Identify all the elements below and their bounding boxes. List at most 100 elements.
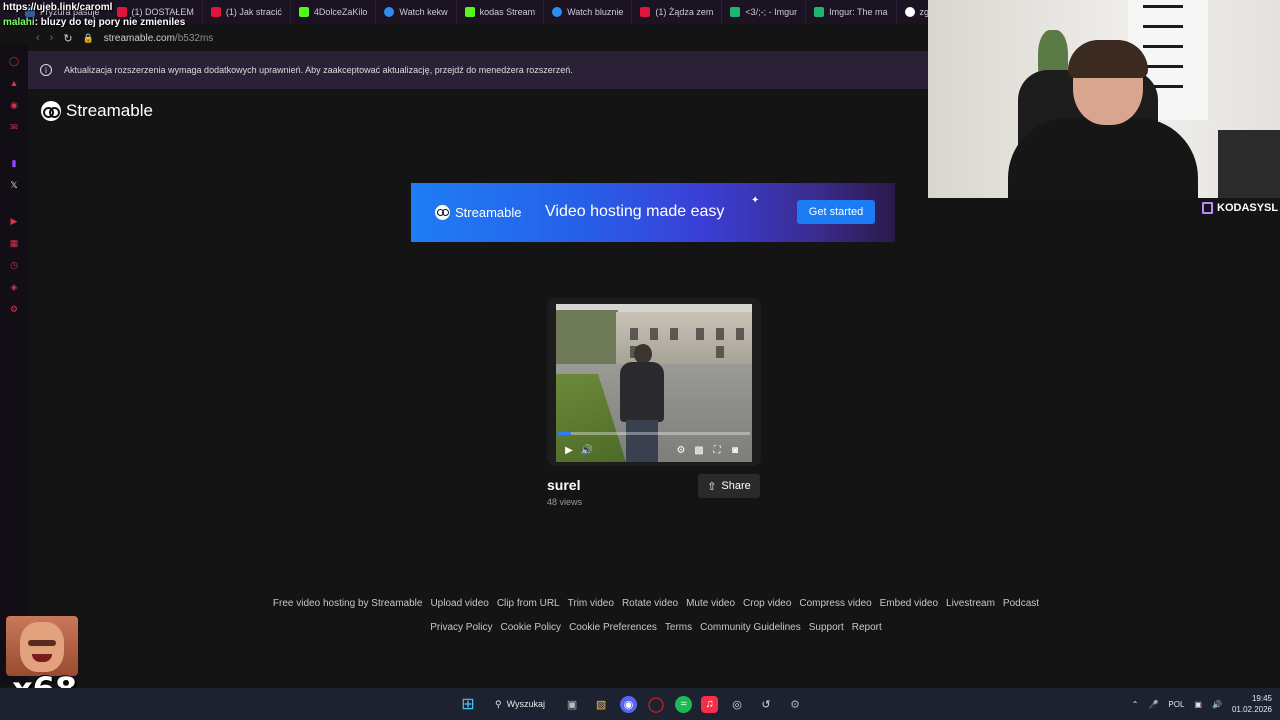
aria-icon[interactable]: ◯ <box>7 54 21 68</box>
search-icon: ⚲ <box>495 698 502 709</box>
url-domain: streamable.com <box>103 32 175 44</box>
tab[interactable]: kodas Stream <box>457 0 545 24</box>
play-icon[interactable]: ▶ <box>562 443 576 457</box>
get-started-button[interactable]: Get started <box>797 200 875 224</box>
video-progress-bar[interactable] <box>558 432 750 435</box>
banner-tagline: Video hosting made easy <box>545 203 725 220</box>
task-view-icon[interactable]: ▣ <box>562 694 582 714</box>
tab[interactable]: zgredek <box>897 0 928 24</box>
footer-link[interactable]: Terms <box>665 622 692 633</box>
streamable-icon <box>384 7 395 17</box>
imgur-icon <box>814 7 825 17</box>
tab[interactable]: 4DolceZaKilo <box>291 0 377 24</box>
reload-icon[interactable]: ↻ <box>63 32 72 45</box>
history-icon[interactable]: ◷ <box>7 258 21 272</box>
tab[interactable]: Imgur: The ma <box>806 0 897 24</box>
banner-logo: Streamable <box>435 205 521 220</box>
banner-brand: Streamable <box>455 205 522 220</box>
tab[interactable]: (1) Jak stracić <box>203 0 291 24</box>
footer-link[interactable]: Rotate video <box>622 598 678 609</box>
streamable-logo[interactable]: Streamable <box>41 101 153 121</box>
speaker-icon[interactable]: 🔊 <box>1212 700 1222 709</box>
footer-links: Free video hosting by Streamable Upload v… <box>192 598 1120 609</box>
tab[interactable]: (1) Żądza zem <box>632 0 723 24</box>
x-icon[interactable]: 𝕏 <box>7 178 21 192</box>
forward-icon[interactable]: › <box>50 32 54 44</box>
footer-link[interactable]: Report <box>852 622 882 633</box>
settings-icon[interactable]: ⚙ <box>674 443 688 457</box>
footer-link[interactable]: Livestream <box>946 598 995 609</box>
settings-icon[interactable]: ⚙ <box>7 302 21 316</box>
footer-link[interactable]: Cookie Policy <box>500 622 561 633</box>
pinboard-icon[interactable]: ▦ <box>7 236 21 250</box>
tab-label: (1) Żądza zem <box>655 7 714 17</box>
music-icon[interactable]: ♫ <box>701 695 719 713</box>
workspace-icon[interactable]: ▲ <box>7 76 21 90</box>
footer-link[interactable]: Community Guidelines <box>700 622 801 633</box>
spotify-icon[interactable]: ≈ <box>675 695 693 713</box>
extension-update-notice[interactable]: i Aktualizacja rozszerzenia wymaga dodat… <box>28 51 928 89</box>
obs-icon[interactable]: ◎ <box>727 694 747 714</box>
video-progress-fill <box>558 432 572 435</box>
footer-link[interactable]: Compress video <box>799 598 871 609</box>
tab-label: kodas Stream <box>479 7 536 17</box>
streamable-logo-icon[interactable]: ◙ <box>728 443 742 457</box>
footer-link[interactable]: Cookie Preferences <box>569 622 657 633</box>
footer-link[interactable]: Crop video <box>743 598 791 609</box>
footer-link[interactable]: Embed video <box>880 598 938 609</box>
youtube-icon <box>640 7 651 17</box>
tray-chevron-icon[interactable]: ⌃ <box>1132 700 1139 709</box>
screen: Fryzura pasuje (1) DOSTAŁEM (1) Jak stra… <box>0 0 1280 720</box>
taskbar-search[interactable]: ⚲ Wyszukaj <box>487 693 553 715</box>
kick-icon <box>298 7 309 17</box>
promo-banner[interactable]: Streamable Video hosting made easy ✦ Get… <box>411 183 895 242</box>
chat-username: malahi <box>3 17 35 28</box>
footer-link[interactable]: Free video hosting by Streamable <box>273 598 423 609</box>
streamable-logo-icon <box>41 101 61 121</box>
video-frame[interactable]: ▶ 🔊 ⚙ ▩ ⛶ ◙ <box>556 304 752 462</box>
fullscreen-icon[interactable]: ⛶ <box>710 443 724 457</box>
footer-link[interactable]: Upload video <box>430 598 488 609</box>
tab[interactable]: <3/;-; - Imgur <box>722 0 807 24</box>
twitch-icon[interactable]: ▮ <box>7 156 21 170</box>
streamable-icon <box>552 7 563 17</box>
search-label: Wyszukaj <box>506 699 546 709</box>
video-player[interactable]: ▶ 🔊 ⚙ ▩ ⛶ ◙ <box>547 298 761 466</box>
footer-link[interactable]: Clip from URL <box>497 598 560 609</box>
footer-link[interactable]: Privacy Policy <box>430 622 492 633</box>
tab-label: Watch bluznie <box>567 7 624 17</box>
tab[interactable]: Watch kekw <box>376 0 457 24</box>
footer-link[interactable]: Support <box>809 622 844 633</box>
mail-icon[interactable]: ✉ <box>7 120 21 134</box>
microphone-icon[interactable]: 🎤 <box>1148 700 1158 709</box>
youtube-icon <box>210 7 221 17</box>
app-icon[interactable]: ↺ <box>756 694 776 714</box>
channel-name: KODASYSL <box>1217 202 1279 214</box>
discord-icon[interactable]: ◉ <box>620 695 638 713</box>
network-icon[interactable]: ▣ <box>1194 700 1202 709</box>
windows-start-icon[interactable]: ⊞ <box>458 694 478 714</box>
streamable-logo-icon <box>435 205 450 220</box>
twitch-icon <box>1202 202 1213 214</box>
opera-icon[interactable]: ◯ <box>646 694 666 714</box>
url-path: /b532ms <box>174 32 214 44</box>
footer-link[interactable]: Mute video <box>686 598 735 609</box>
footer-link[interactable]: Podcast <box>1003 598 1039 609</box>
picture-in-picture-icon[interactable]: ▩ <box>692 443 706 457</box>
extensions-icon[interactable]: ◈ <box>7 280 21 294</box>
tab-active[interactable]: Watch bluznie <box>544 0 633 24</box>
settings-gear-icon[interactable]: ⚙ <box>785 694 805 714</box>
language-indicator[interactable]: POL <box>1168 700 1184 709</box>
clock[interactable]: 19:45 01.02.2026 <box>1232 693 1272 715</box>
video-title: surel <box>547 477 581 493</box>
messenger-icon[interactable]: ◉ <box>7 98 21 112</box>
volume-icon[interactable]: 🔊 <box>580 443 594 457</box>
share-button[interactable]: ⇧ Share <box>698 474 760 498</box>
file-explorer-icon[interactable]: ▧ <box>591 694 611 714</box>
player-icon[interactable]: ▶ <box>7 214 21 228</box>
back-icon[interactable]: ‹ <box>36 32 40 44</box>
url-field[interactable]: streamable.com/b532ms <box>104 33 214 44</box>
footer-link[interactable]: Trim video <box>568 598 614 609</box>
clock-time: 19:45 <box>1251 694 1272 703</box>
channel-tag: KODASYSL <box>1202 202 1278 214</box>
